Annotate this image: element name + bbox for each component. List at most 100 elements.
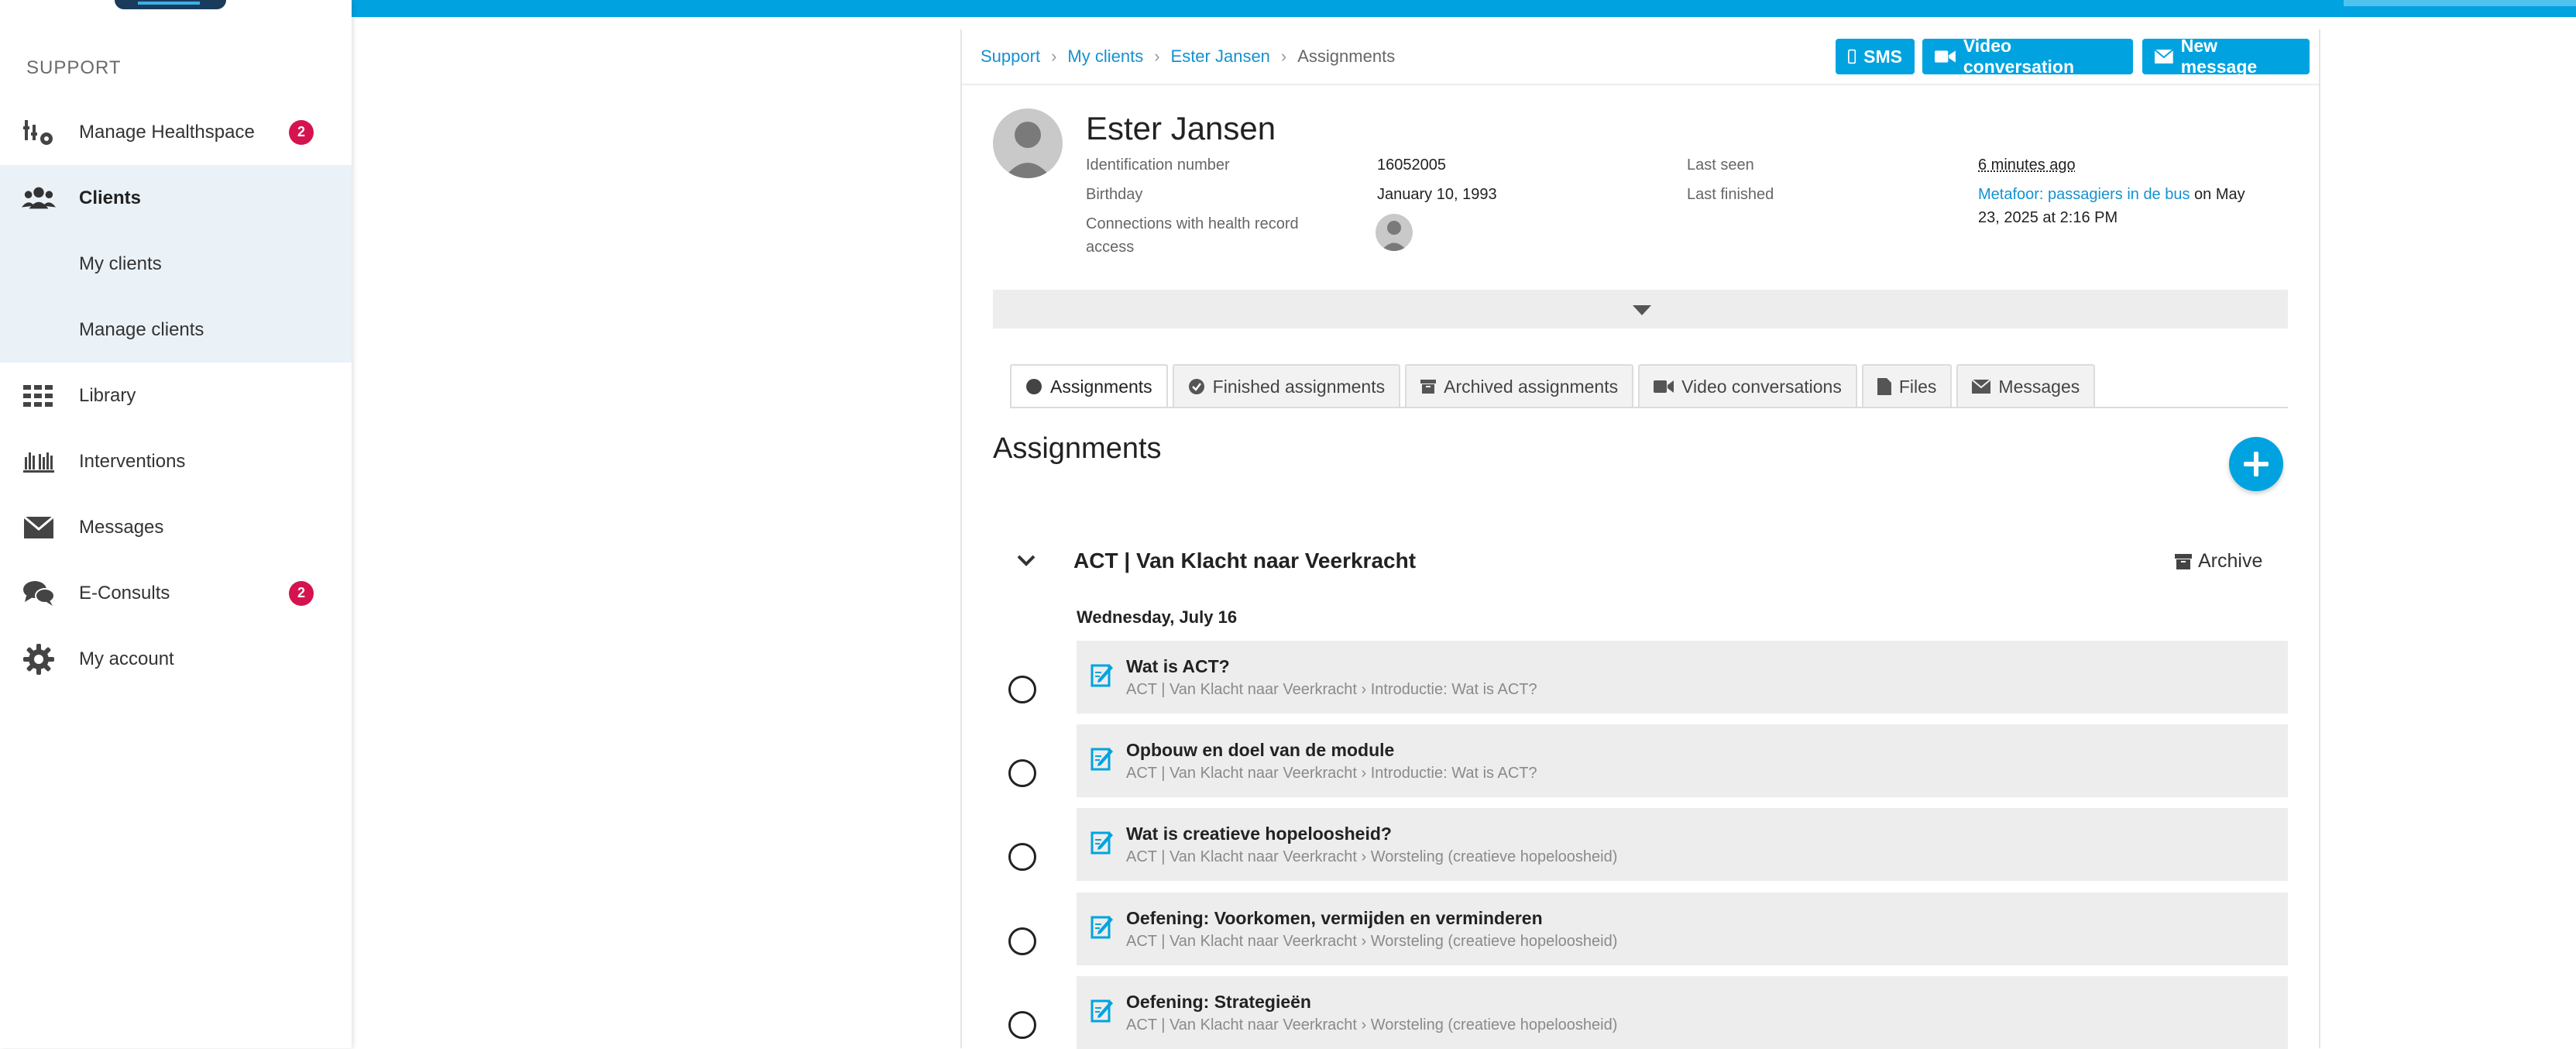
sidebar-item-label: Interventions <box>79 450 186 472</box>
assignment-title: Wat is creatieve hopeloosheid? <box>1126 824 1392 844</box>
sms-button-label: SMS <box>1863 46 1902 67</box>
archive-icon <box>2175 553 2192 569</box>
last-finished-link[interactable]: Metafoor: passagiers in de bus <box>1978 186 2190 203</box>
assignment-row[interactable]: Wat is ACT? ACT | Van Klacht naar Veerkr… <box>1077 641 2288 714</box>
logo[interactable] <box>115 0 226 9</box>
breadcrumb-separator: › <box>1280 46 1287 66</box>
id-value: 16052005 <box>1377 156 1446 174</box>
sidebar-item-e-consults[interactable]: E-Consults 2 <box>0 560 352 626</box>
tab-label: Finished assignments <box>1212 376 1386 397</box>
assignment-row[interactable]: Opbouw en doel van de module ACT | Van K… <box>1077 724 2288 797</box>
tab-finished-assignments[interactable]: Finished assignments <box>1172 364 1401 408</box>
video-camera-icon <box>1654 380 1674 393</box>
tab-messages[interactable]: Messages <box>1956 364 2096 408</box>
sidebar-item-label: Manage clients <box>79 318 204 340</box>
tab-label: Assignments <box>1050 376 1152 397</box>
breadcrumb-my-clients[interactable]: My clients <box>1067 46 1143 67</box>
assignment-title: Oefening: Voorkomen, vermijden en vermin… <box>1126 908 1543 928</box>
tab-bar: Assignments Finished assignments Archive… <box>1010 364 2096 408</box>
healthspace-settings-icon <box>22 115 56 150</box>
sidebar-item-label: Manage Healthspace <box>79 121 255 143</box>
edit-document-icon <box>1091 831 1113 855</box>
edit-document-icon <box>1091 999 1113 1023</box>
video-conversation-button[interactable]: Video conversation <box>1922 36 2133 77</box>
breadcrumb-support[interactable]: Support <box>981 46 1040 67</box>
last-seen-value: 6 minutes ago <box>1978 156 2076 174</box>
grid-icon <box>22 379 56 413</box>
edit-document-icon <box>1091 748 1113 771</box>
chevron-down-icon[interactable] <box>1016 553 1036 571</box>
sidebar-item-manage-clients[interactable]: Manage clients <box>0 297 352 363</box>
archive-icon <box>1420 380 1437 394</box>
tab-video-conversations[interactable]: Video conversations <box>1638 364 1857 408</box>
bookshelf-icon <box>22 445 56 479</box>
sidebar-item-library[interactable]: Library <box>0 363 352 428</box>
assignment-row[interactable]: Oefening: Voorkomen, vermijden en vermin… <box>1077 893 2288 965</box>
client-avatar <box>993 108 1063 178</box>
archive-button[interactable]: Archive <box>2175 550 2262 573</box>
assignment-title: Oefening: Strategieën <box>1126 992 1311 1012</box>
assignment-title: Opbouw en doel van de module <box>1126 740 1395 760</box>
breadcrumb-separator: › <box>1051 46 1057 66</box>
last-finished-suffix: on May <box>2190 186 2245 203</box>
tab-files[interactable]: Files <box>1861 364 1953 408</box>
notification-badge: 2 <box>289 580 314 606</box>
date-heading: Wednesday, July 16 <box>1077 607 1238 627</box>
tab-assignments[interactable]: Assignments <box>1010 364 1168 408</box>
assignment-title: Wat is ACT? <box>1126 656 1230 676</box>
new-message-button[interactable]: New message <box>2142 36 2310 77</box>
assignment-checkbox[interactable] <box>1008 759 1036 787</box>
connection-avatar[interactable] <box>1376 214 1413 251</box>
top-bar-highlight <box>2344 0 2576 6</box>
archive-label: Archive <box>2198 550 2263 572</box>
sms-button[interactable]: SMS <box>1836 39 1915 74</box>
sidebar-item-messages[interactable]: Messages <box>0 494 352 560</box>
header-divider <box>962 84 2319 85</box>
sidebar-section-title: SUPPORT <box>26 57 122 78</box>
assignment-row[interactable]: Oefening: Strategieën ACT | Van Klacht n… <box>1077 976 2288 1049</box>
sidebar-item-manage-healthspace[interactable]: Manage Healthspace 2 <box>0 99 352 165</box>
section-title: Assignments <box>993 432 1162 465</box>
assignment-row[interactable]: Wat is creatieve hopeloosheid? ACT | Van… <box>1077 808 2288 881</box>
assignment-path: ACT | Van Klacht naar Veerkracht › Intro… <box>1126 681 1537 698</box>
envelope-icon <box>22 511 56 545</box>
video-conversation-label: Video conversation <box>1963 36 2075 77</box>
last-finished-value: Metafoor: passagiers in de bus on May 23… <box>1978 183 2288 229</box>
plus-icon <box>2244 452 2269 476</box>
birthday-label: Birthday <box>1086 186 1143 203</box>
assignment-checkbox[interactable] <box>1008 1011 1036 1039</box>
chat-bubbles-icon <box>22 576 56 610</box>
sidebar-item-label: Library <box>79 384 136 406</box>
birthday-value: January 10, 1993 <box>1377 186 1497 203</box>
edit-document-icon <box>1091 664 1113 687</box>
sidebar-item-interventions[interactable]: Interventions <box>0 428 352 494</box>
new-message-label: New message <box>2180 36 2258 77</box>
gear-icon <box>22 642 56 676</box>
sidebar-item-my-clients[interactable]: My clients <box>0 231 352 297</box>
assignment-checkbox[interactable] <box>1008 843 1036 871</box>
last-seen-label: Last seen <box>1687 156 1754 174</box>
breadcrumb: Support › My clients › Ester Jansen › As… <box>981 46 1395 67</box>
envelope-icon <box>2155 50 2173 64</box>
connections-label: Connections with health record access <box>1086 212 1299 259</box>
assignment-path: ACT | Van Klacht naar Veerkracht › Worst… <box>1126 1016 1618 1034</box>
assignment-checkbox[interactable] <box>1008 676 1036 703</box>
group-title: ACT | Van Klacht naar Veerkracht <box>1073 549 1417 573</box>
sidebar-item-my-account[interactable]: My account <box>0 626 352 692</box>
tab-archived-assignments[interactable]: Archived assignments <box>1405 364 1634 408</box>
check-circle-icon <box>1188 379 1204 394</box>
assignment-checkbox[interactable] <box>1008 927 1036 955</box>
breadcrumb-client[interactable]: Ester Jansen <box>1171 46 1270 67</box>
add-assignment-button[interactable] <box>2229 437 2283 491</box>
tab-bar-underline <box>1010 407 2288 408</box>
assignment-path: ACT | Van Klacht naar Veerkracht › Worst… <box>1126 933 1618 950</box>
client-panel: Support › My clients › Ester Jansen › As… <box>960 29 2320 1049</box>
details-expander[interactable] <box>993 290 2288 328</box>
envelope-icon <box>1972 380 1991 394</box>
connections-label-line2: access <box>1086 239 1135 256</box>
sidebar-item-clients[interactable]: Clients <box>0 165 352 231</box>
breadcrumb-separator: › <box>1154 46 1160 66</box>
sidebar-item-label: E-Consults <box>79 582 170 604</box>
assignment-path: ACT | Van Klacht naar Veerkracht › Intro… <box>1126 765 1537 782</box>
tab-label: Files <box>1898 376 1937 397</box>
